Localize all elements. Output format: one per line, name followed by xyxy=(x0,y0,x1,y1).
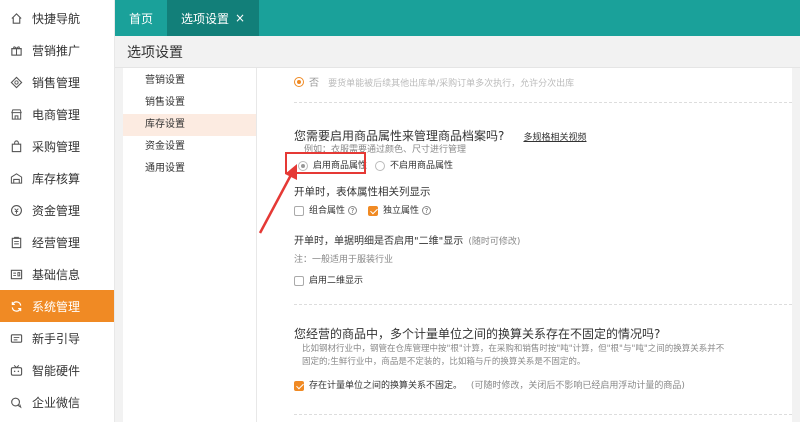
attr-option-off-radio[interactable] xyxy=(375,160,385,171)
tab-options-settings[interactable]: 选项设置 × xyxy=(167,0,260,36)
sidebar-item-label: 企业微信 xyxy=(32,395,81,410)
enable-two-dim-checkbox[interactable] xyxy=(294,275,304,286)
submenu-item-general[interactable]: 通用设置 xyxy=(123,158,256,180)
sidebar-item-system[interactable]: 系统管理 xyxy=(0,290,114,322)
top-option-desc: 要货单能被后续其他出库单/采购订单多次执行，允许分次出库 xyxy=(328,79,575,89)
tab-label: 首页 xyxy=(129,11,154,26)
enable-two-dim-label: 启用二维显示 xyxy=(309,276,364,286)
diamond-icon xyxy=(9,75,23,89)
tab-label: 选项设置 xyxy=(181,11,230,26)
sidebar-item-ecommerce[interactable]: 电商管理 xyxy=(0,98,114,130)
combo-attr-label: 组合属性 xyxy=(309,206,346,216)
sidebar-item-label: 采购管理 xyxy=(32,139,81,154)
page-title-bar: 选项设置 xyxy=(115,36,800,68)
section-divider xyxy=(294,304,792,305)
unit-desc-line2: 固定的;生鲜行业中，商品是不定装的，比如箱与斤的换算关系是不固定的。 xyxy=(302,357,586,367)
sidebar-item-purchase[interactable]: 采购管理 xyxy=(0,130,114,162)
guide-icon xyxy=(9,331,23,345)
sidebar-item-label: 经营管理 xyxy=(32,235,81,250)
refresh-icon xyxy=(9,299,23,313)
unit-desc-line1: 比如钢材行业中，钢管在仓库管理中按"根"计算，在采购和销售时按"吨"计算，但"根… xyxy=(302,344,725,354)
top-option-label: 否 xyxy=(309,78,319,89)
sidebar-item-sales[interactable]: 销售管理 xyxy=(0,66,114,98)
independent-attr-label: 独立属性 xyxy=(383,206,420,216)
sidebar-item-label: 系统管理 xyxy=(32,299,81,314)
sidebar-item-label: 智能硬件 xyxy=(32,363,81,378)
sidebar-item-label: 资金管理 xyxy=(32,203,81,218)
wechat-icon xyxy=(9,395,23,409)
two-dim-heading: 开单时，单据明细是否启用"二维"显示 xyxy=(294,236,464,247)
sidebar: 快捷导航 营销推广 销售管理 电商管理 采购管理 库存核算 资金管理 经营管理 … xyxy=(0,0,115,422)
tab-home[interactable]: 首页 xyxy=(115,0,167,36)
sidebar-item-label: 销售管理 xyxy=(32,75,81,90)
unit-option-label: 存在计量单位之间的换算关系不固定。 xyxy=(309,381,463,391)
help-icon[interactable]: ? xyxy=(348,206,358,215)
unit-option-note: (可随时修改，关闭后不影响已经启用浮动计量的商品) xyxy=(470,381,685,391)
left-gutter xyxy=(115,68,123,422)
sidebar-item-label: 快捷导航 xyxy=(32,11,81,26)
settings-submenu: 营销设置 销售设置 库存设置 资金设置 通用设置 xyxy=(123,68,257,422)
unit-question: 您经营的商品中，多个计量单位之间的换算关系存在不固定的情况吗? xyxy=(294,327,661,341)
two-dim-heading-row: 开单时，单据明细是否启用"二维"显示 (随时可修改) xyxy=(294,232,520,247)
id-card-icon xyxy=(9,267,23,281)
submenu-item-funds[interactable]: 资金设置 xyxy=(123,136,256,158)
unit-option-row[interactable]: 存在计量单位之间的换算关系不固定。 (可随时修改，关闭后不影响已经启用浮动计量的… xyxy=(294,378,685,391)
tab-bar: 首页 选项设置 × xyxy=(115,0,800,36)
independent-attr-row[interactable]: 独立属性? xyxy=(368,203,432,216)
bag-icon xyxy=(9,139,23,153)
sidebar-item-basic-info[interactable]: 基础信息 xyxy=(0,258,114,290)
sidebar-item-label: 新手引导 xyxy=(32,331,81,346)
scrollbar[interactable] xyxy=(792,68,800,422)
sidebar-item-quick-nav[interactable]: 快捷导航 xyxy=(0,2,114,34)
submenu-item-inventory[interactable]: 库存设置 xyxy=(123,114,256,136)
video-link[interactable]: 多规格相关视频 xyxy=(523,133,586,143)
close-icon[interactable]: × xyxy=(235,11,245,25)
home-icon xyxy=(9,11,23,25)
submenu-item-sales[interactable]: 销售设置 xyxy=(123,92,256,114)
two-dim-tip: 注：一般适用于服装行业 xyxy=(294,255,394,265)
help-icon[interactable]: ? xyxy=(422,206,432,215)
sidebar-item-label: 电商管理 xyxy=(32,107,81,122)
attr-option-off-row[interactable]: 不启用商品属性 xyxy=(375,158,453,171)
unit-option-checkbox[interactable] xyxy=(294,380,304,391)
sidebar-item-marketing[interactable]: 营销推广 xyxy=(0,34,114,66)
sidebar-item-guide[interactable]: 新手引导 xyxy=(0,322,114,354)
clipboard-icon xyxy=(9,235,23,249)
sidebar-item-label: 库存核算 xyxy=(32,171,81,186)
enable-two-dim-row[interactable]: 启用二维显示 xyxy=(294,273,363,286)
top-option-row: 否 要货单能被后续其他出库单/采购订单多次执行，允许分次出库 xyxy=(294,71,574,90)
attr-option-off-label: 不启用商品属性 xyxy=(390,161,454,171)
gift-icon xyxy=(9,43,23,57)
sidebar-item-label: 营销推广 xyxy=(32,43,81,58)
red-arrow xyxy=(258,164,297,234)
sidebar-item-label: 基础信息 xyxy=(32,267,81,282)
sidebar-item-hardware[interactable]: 智能硬件 xyxy=(0,354,114,386)
sidebar-item-operations[interactable]: 经营管理 xyxy=(0,226,114,258)
two-dim-note: (随时可修改) xyxy=(468,237,521,247)
tv-icon xyxy=(9,363,23,377)
independent-attr-checkbox[interactable] xyxy=(368,205,378,216)
top-option-radio[interactable] xyxy=(294,76,304,87)
page-title: 选项设置 xyxy=(127,44,183,61)
unit-desc: 比如钢材行业中，钢管在仓库管理中按"根"计算，在采购和销售时按"吨"计算，但"根… xyxy=(302,343,772,369)
list-heading: 开单时，表体属性相关列显示 xyxy=(294,186,431,198)
coin-icon xyxy=(9,203,23,217)
section-divider xyxy=(294,102,792,103)
settings-content: 否 要货单能被后续其他出库单/采购订单多次执行，允许分次出库 您需要启用商品属性… xyxy=(258,68,792,422)
sidebar-item-funds[interactable]: 资金管理 xyxy=(0,194,114,226)
section-divider xyxy=(294,414,792,415)
sidebar-item-wechat[interactable]: 企业微信 xyxy=(0,386,114,418)
shop-icon xyxy=(9,107,23,121)
sidebar-item-inventory[interactable]: 库存核算 xyxy=(0,162,114,194)
submenu-item-marketing[interactable]: 营销设置 xyxy=(123,70,256,92)
warehouse-icon xyxy=(9,171,23,185)
attr-question: 您需要启用商品属性来管理商品档案吗? xyxy=(294,129,505,143)
